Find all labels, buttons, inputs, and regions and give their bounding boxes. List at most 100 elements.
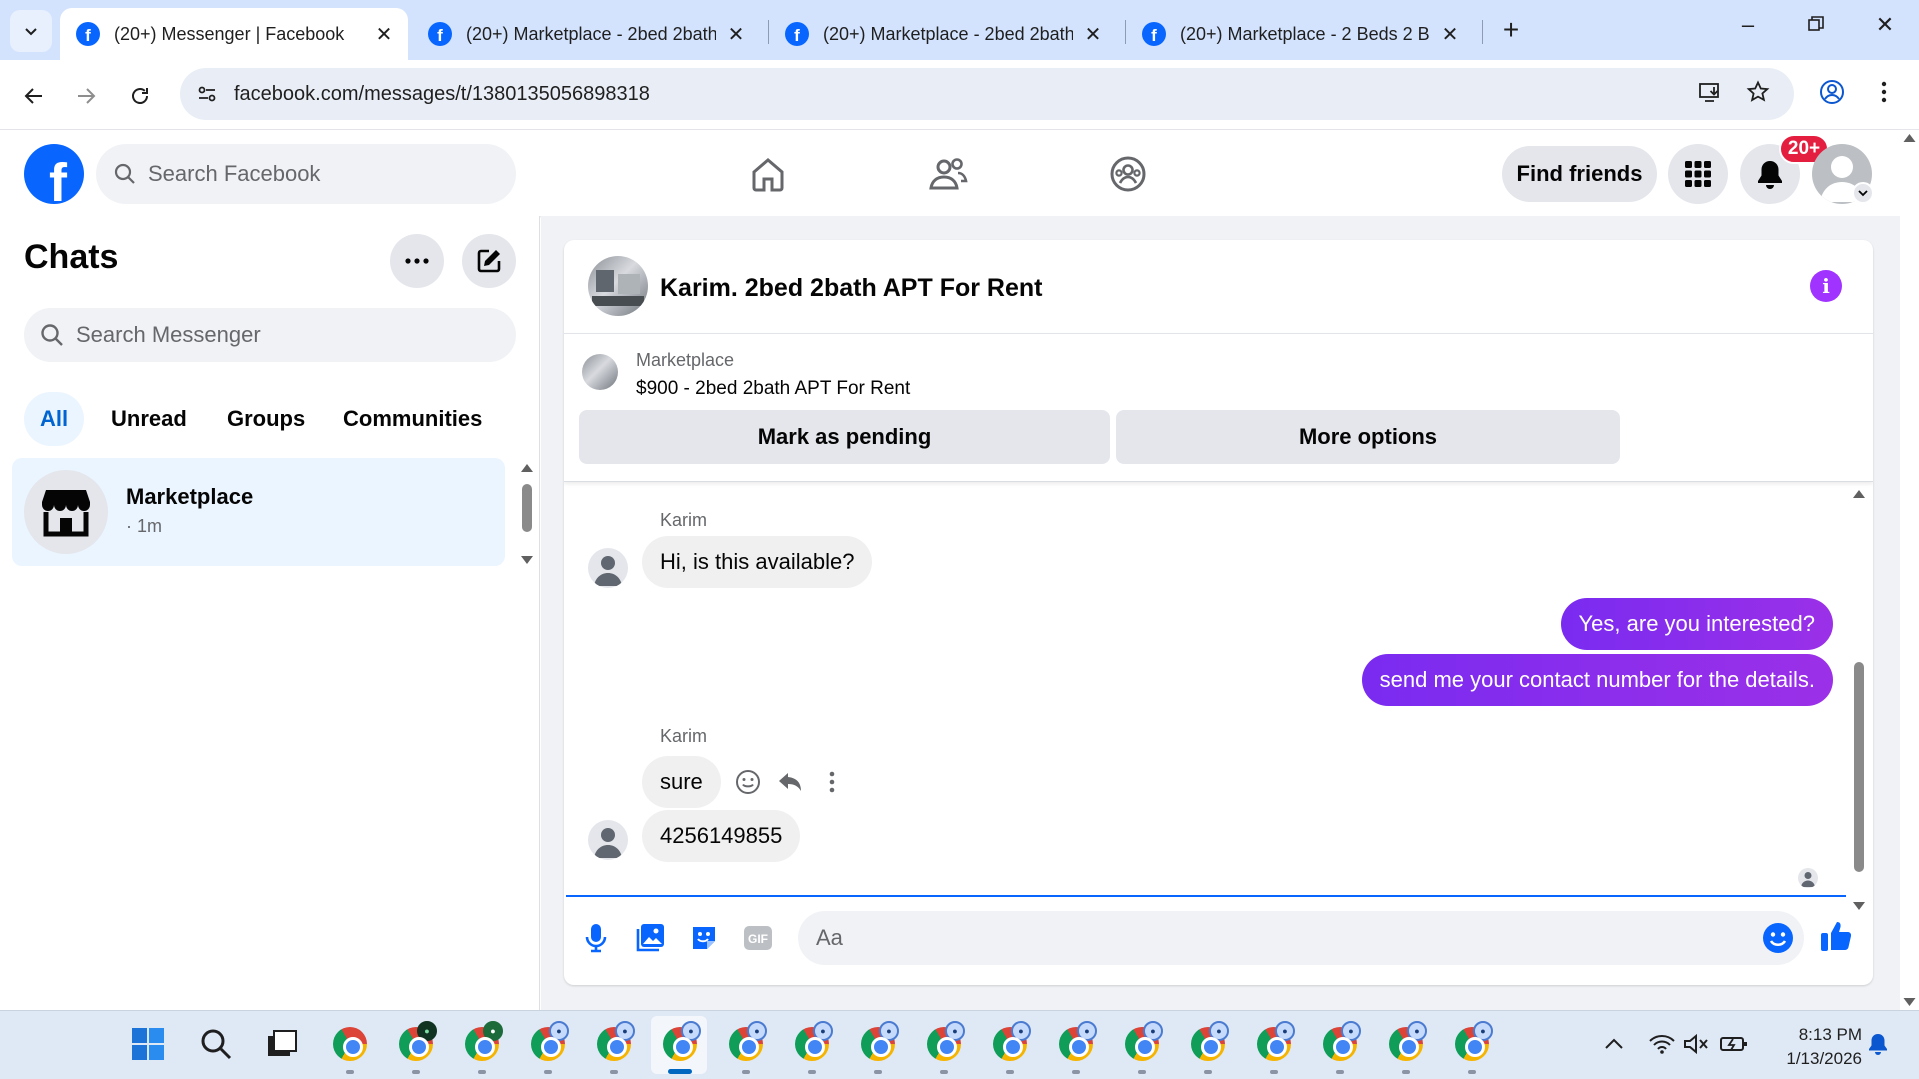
- active-indicator: [668, 1069, 692, 1074]
- nav-home[interactable]: [746, 152, 790, 196]
- install-app-button[interactable]: [1692, 74, 1728, 110]
- close-tab-icon[interactable]: ✕: [372, 22, 396, 47]
- close-window-button[interactable]: ✕: [1860, 12, 1910, 38]
- filter-groups[interactable]: Groups: [211, 392, 321, 446]
- volume-button[interactable]: [1676, 1024, 1716, 1064]
- taskbar-chrome-17[interactable]: ●: [1386, 1021, 1427, 1064]
- chat-list-scrollbar[interactable]: [520, 464, 534, 564]
- voice-clip-button[interactable]: [578, 920, 614, 956]
- conversation-info-button[interactable]: i: [1810, 270, 1842, 302]
- reply-button[interactable]: [774, 766, 806, 798]
- listing-title[interactable]: $900 - 2bed 2bath APT For Rent: [636, 378, 910, 400]
- send-like-button[interactable]: [1818, 918, 1854, 954]
- running-indicator: [1006, 1070, 1014, 1074]
- notification-center-button[interactable]: [1858, 1024, 1898, 1064]
- taskbar-chrome-16[interactable]: ●: [1320, 1021, 1361, 1064]
- browser-toolbar: facebook.com/messages/t/1380135056898318: [0, 60, 1919, 130]
- page-scrollbar[interactable]: [1900, 130, 1919, 1010]
- gif-button[interactable]: GIF: [740, 920, 776, 956]
- taskbar-chrome-4[interactable]: ●: [528, 1021, 569, 1064]
- taskbar-chrome-12[interactable]: ●: [1056, 1021, 1097, 1064]
- taskbar-chrome-18[interactable]: ●: [1452, 1021, 1493, 1064]
- battery-button[interactable]: [1714, 1024, 1754, 1064]
- taskbar-search-button[interactable]: [196, 1024, 236, 1064]
- taskbar-chrome-8[interactable]: ●: [792, 1021, 833, 1064]
- messenger-search-input[interactable]: Search Messenger: [24, 308, 516, 362]
- chrome-menu-button[interactable]: [1866, 74, 1902, 110]
- conversation-card: Karim. 2bed 2bath APT For Rent i Marketp…: [564, 240, 1873, 985]
- nav-groups[interactable]: [1106, 152, 1150, 196]
- conversation-title[interactable]: Karim. 2bed 2bath APT For Rent: [660, 274, 1042, 303]
- browser-tab-marketplace-3[interactable]: f (20+) Marketplace - 2 Beds 2 Ba ✕: [1126, 8, 1474, 60]
- message-bubble-incoming[interactable]: 4256149855: [642, 810, 801, 862]
- minimize-button[interactable]: –: [1723, 12, 1773, 38]
- taskbar-chrome-13[interactable]: ●: [1122, 1021, 1163, 1064]
- facebook-search-input[interactable]: Search Facebook: [96, 144, 516, 204]
- site-info-icon[interactable]: [180, 83, 234, 105]
- address-bar[interactable]: facebook.com/messages/t/1380135056898318: [180, 68, 1794, 120]
- filter-unread[interactable]: Unread: [95, 392, 203, 446]
- close-tab-icon[interactable]: ✕: [1081, 22, 1105, 47]
- chat-options-button[interactable]: [390, 234, 444, 288]
- close-tab-icon[interactable]: ✕: [1438, 22, 1462, 47]
- chat-list-item-marketplace[interactable]: Marketplace · 1m: [12, 458, 505, 566]
- show-hidden-icons-button[interactable]: [1594, 1024, 1634, 1064]
- system-clock[interactable]: 8:13 PM 1/13/2026: [1762, 1023, 1862, 1071]
- taskbar-chrome-11[interactable]: ●: [990, 1021, 1031, 1064]
- composer-placeholder: Aa: [816, 925, 843, 950]
- message-bubble-incoming[interactable]: Hi, is this available?: [642, 536, 873, 588]
- back-button[interactable]: [16, 78, 52, 114]
- attach-photo-button[interactable]: [632, 920, 668, 956]
- sender-avatar[interactable]: [588, 548, 628, 588]
- browser-tab-marketplace-1[interactable]: f (20+) Marketplace - 2bed 2bath ✕: [412, 8, 760, 60]
- reload-button[interactable]: [122, 78, 158, 114]
- react-button[interactable]: [732, 766, 764, 798]
- chrome-icon: ●: [1059, 1021, 1097, 1061]
- message-list-scrollbar[interactable]: [1852, 490, 1866, 985]
- filter-communities[interactable]: Communities: [327, 392, 498, 446]
- facebook-logo[interactable]: f: [24, 144, 84, 204]
- thumbs-up-icon: [1821, 922, 1852, 951]
- find-friends-button[interactable]: Find friends: [1502, 146, 1657, 202]
- account-menu-chevron-icon[interactable]: [1852, 182, 1874, 204]
- taskbar-chrome-5[interactable]: ●: [594, 1021, 635, 1064]
- new-tab-button[interactable]: +: [1494, 14, 1528, 46]
- new-message-button[interactable]: [462, 234, 516, 288]
- taskbar-chrome-10[interactable]: ●: [924, 1021, 965, 1064]
- taskbar-chrome-2[interactable]: ●: [396, 1021, 437, 1064]
- mark-as-pending-button[interactable]: Mark as pending: [579, 410, 1110, 464]
- taskbar-chrome-6[interactable]: ●: [660, 1021, 701, 1064]
- browser-tab-marketplace-2[interactable]: f (20+) Marketplace - 2bed 2bath ✕: [769, 8, 1117, 60]
- taskbar-chrome-9[interactable]: ●: [858, 1021, 899, 1064]
- more-options-button[interactable]: More options: [1116, 410, 1620, 464]
- taskbar-chrome-7[interactable]: ●: [726, 1021, 767, 1064]
- taskbar-chrome-15[interactable]: ●: [1254, 1021, 1295, 1064]
- emoji-button[interactable]: [1760, 920, 1796, 956]
- restore-button[interactable]: [1791, 12, 1841, 38]
- listing-thumbnail[interactable]: [582, 354, 618, 390]
- taskbar-chrome-1[interactable]: [330, 1024, 370, 1064]
- message-bubble-incoming[interactable]: sure: [642, 756, 721, 808]
- tab-search-button[interactable]: [10, 10, 52, 52]
- conversation-avatar[interactable]: [588, 256, 648, 316]
- message-bubble-outgoing[interactable]: Yes, are you interested?: [1560, 598, 1833, 650]
- sticker-button[interactable]: [686, 920, 722, 956]
- taskbar-chrome-14[interactable]: ●: [1188, 1021, 1229, 1064]
- taskbar-chrome-3[interactable]: ●: [462, 1021, 503, 1064]
- tab-title: (20+) Marketplace - 2 Beds 2 Ba: [1180, 23, 1430, 44]
- chrome-profile-button[interactable]: [1814, 74, 1850, 110]
- browser-tab-messenger[interactable]: f (20+) Messenger | Facebook ✕: [60, 8, 408, 60]
- menu-button[interactable]: [1668, 144, 1728, 204]
- close-tab-icon[interactable]: ✕: [724, 22, 748, 47]
- forward-button[interactable]: [68, 78, 104, 114]
- message-composer-input[interactable]: Aa: [798, 911, 1804, 965]
- chrome-icon: ●: [993, 1021, 1031, 1061]
- message-more-button[interactable]: [816, 766, 848, 798]
- bookmark-button[interactable]: [1740, 74, 1776, 110]
- task-view-button[interactable]: [262, 1024, 302, 1064]
- message-bubble-outgoing[interactable]: send me your contact number for the deta…: [1361, 654, 1833, 706]
- start-button[interactable]: [128, 1024, 168, 1064]
- nav-friends[interactable]: [926, 152, 970, 196]
- filter-all[interactable]: All: [24, 392, 85, 446]
- sender-avatar[interactable]: [588, 820, 628, 860]
